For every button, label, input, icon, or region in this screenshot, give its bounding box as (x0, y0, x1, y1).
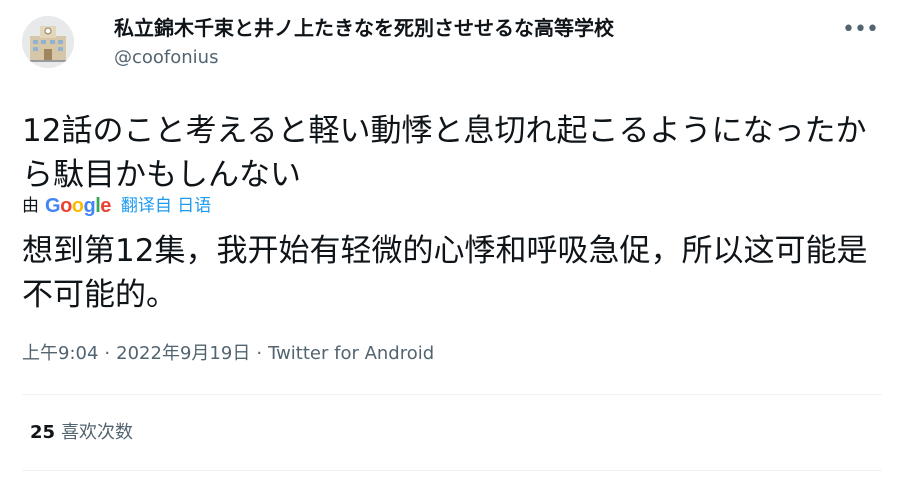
tweet-time[interactable]: 上午9:04 (22, 342, 98, 366)
likes-label: 喜欢次数 (61, 422, 134, 443)
translation-attribution: 由 Google 翻译自 日语 (22, 195, 211, 217)
translated-from-link[interactable]: 翻译自 日语 (121, 195, 211, 217)
author-info: 私立錦木千束と井ノ上たきなを死別させせるな高等学校 @coofonius (114, 14, 614, 71)
translated-tweet-text: 想到第12集，我开始有轻微的心悸和呼吸急促，所以这可能是不可能的。 (22, 233, 868, 313)
tweet-metadata: 上午9:04 · 2022年9月19日 · Twitter for Androi… (22, 342, 434, 366)
google-logo: Google (45, 195, 111, 217)
likes-count: 25 (30, 422, 56, 443)
meta-separator: · (104, 343, 111, 364)
more-options-icon: ••• (842, 17, 879, 42)
tweet-date[interactable]: 2022年9月19日 (116, 342, 250, 366)
author-handle[interactable]: @coofonius (114, 45, 614, 71)
tweet-text: 12話のこと考えると軽い動悸と息切れ起こるようになったから駄目かもしんない (22, 113, 867, 193)
divider (22, 470, 882, 471)
tweet-source[interactable]: Twitter for Android (268, 342, 434, 366)
author-display-name[interactable]: 私立錦木千束と井ノ上たきなを死別させせるな高等学校 (114, 14, 614, 42)
divider (22, 394, 882, 395)
school-building-icon (22, 16, 74, 68)
meta-separator: · (256, 343, 263, 364)
more-options-button[interactable]: ••• (842, 12, 879, 48)
translated-by-label: 由 (22, 196, 39, 216)
avatar[interactable] (22, 16, 74, 68)
tweet-detail: 私立錦木千束と井ノ上たきなを死別させせるな高等学校 @coofonius •••… (0, 0, 904, 481)
likes-stat[interactable]: 25 喜欢次数 (30, 420, 133, 446)
